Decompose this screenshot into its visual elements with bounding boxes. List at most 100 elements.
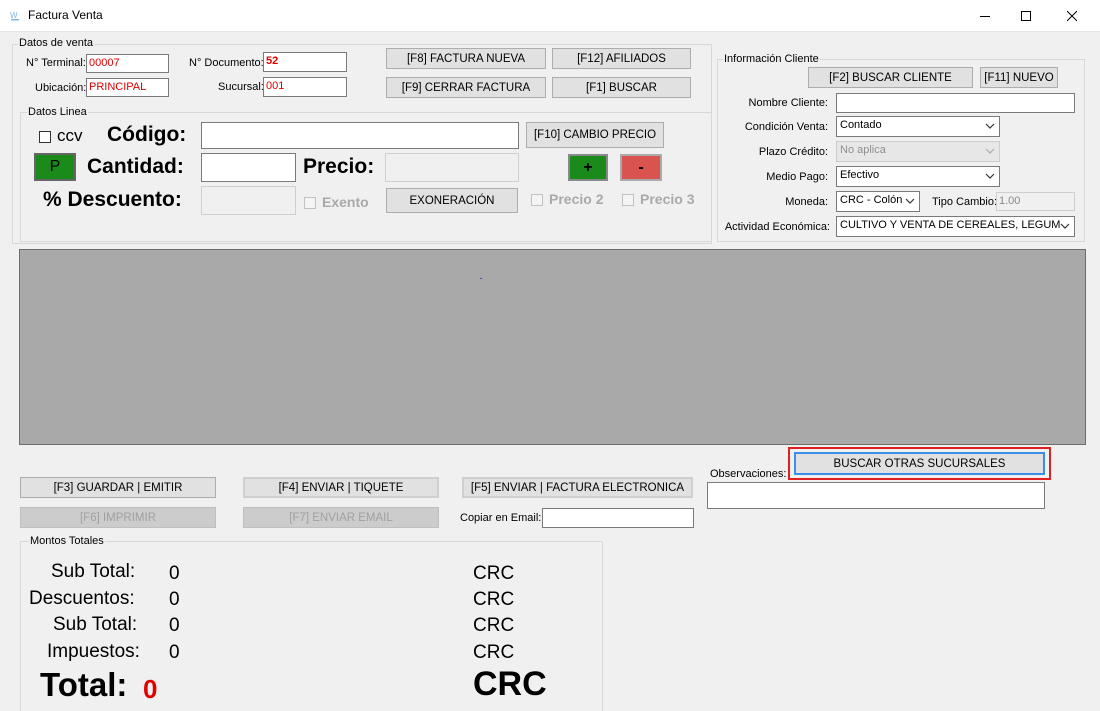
datos-venta-label: Datos de venta <box>18 37 94 49</box>
tipo-cambio-field[interactable]: 1.00 <box>996 192 1075 211</box>
close-button[interactable] <box>1049 0 1095 31</box>
moneda-label: Moneda: <box>785 196 828 208</box>
p-button[interactable]: P <box>34 153 76 181</box>
ubicacion-field[interactable]: PRINCIPAL <box>86 78 169 97</box>
plazo-credito-select[interactable]: No aplica <box>836 141 1000 162</box>
subtotal-label: Sub Total: <box>51 561 136 582</box>
minimize-button[interactable] <box>962 0 1008 31</box>
svg-text:W: W <box>10 11 18 20</box>
sucursal-field[interactable]: 001 <box>263 77 347 97</box>
enviar-tiquete-button[interactable]: [F4] ENVIAR | TIQUETE <box>243 477 439 498</box>
tipo-cambio-label: Tipo Cambio: <box>932 196 998 208</box>
subtotal-neto-label: Sub Total: <box>53 614 138 635</box>
cliente-label: Información Cliente <box>723 53 820 65</box>
cerrar-factura-button[interactable]: [F9] CERRAR FACTURA <box>386 77 546 98</box>
exento-checkbox[interactable] <box>304 197 316 209</box>
chevron-down-icon <box>985 123 995 129</box>
terminal-label: N° Terminal: <box>26 57 86 69</box>
nombre-cliente-field[interactable] <box>836 93 1075 113</box>
window-title: Factura Venta <box>28 8 103 22</box>
remove-line-button[interactable]: - <box>620 154 662 181</box>
invoice-lines-grid[interactable] <box>19 249 1086 445</box>
imprimir-button[interactable]: [F6] IMPRIMIR <box>20 507 216 528</box>
impuestos-value: 0 <box>169 642 180 663</box>
medio-pago-label: Medio Pago: <box>766 171 828 183</box>
exento-label: Exento <box>322 194 369 210</box>
moneda-select[interactable]: CRC - Colón <box>836 191 920 212</box>
precio3-checkbox[interactable] <box>622 194 634 206</box>
datos-linea-label: Datos Linea <box>27 106 88 118</box>
actividad-economica-value: CULTIVO Y VENTA DE CEREALES, LEGUM <box>840 219 1061 231</box>
maximize-icon <box>1021 10 1031 21</box>
add-line-button[interactable]: + <box>568 154 608 181</box>
precio2-label: Precio 2 <box>549 191 604 207</box>
total-currency: CRC <box>473 665 547 703</box>
copiar-email-label: Copiar en Email: <box>460 512 542 524</box>
medio-pago-select[interactable]: Efectivo <box>836 166 1000 187</box>
total-label: Total: <box>40 666 128 703</box>
descuentos-label: Descuentos: <box>29 588 135 609</box>
total-value: 0 <box>143 674 158 704</box>
buscar-cliente-button[interactable]: [F2] BUSCAR CLIENTE <box>808 67 973 88</box>
observaciones-field[interactable] <box>707 482 1045 509</box>
buscar-otras-sucursales-button[interactable]: BUSCAR OTRAS SUCURSALES <box>794 452 1045 475</box>
precio2-checkbox[interactable] <box>531 194 543 206</box>
descuentos-value: 0 <box>169 589 180 610</box>
actividad-economica-select[interactable]: CULTIVO Y VENTA DE CEREALES, LEGUM <box>836 216 1075 237</box>
subtotal-neto-currency: CRC <box>473 615 515 636</box>
cambio-precio-button[interactable]: [F10] CAMBIO PRECIO <box>526 122 664 148</box>
chevron-down-icon <box>1060 223 1070 229</box>
plazo-credito-label: Plazo Crédito: <box>758 146 828 158</box>
ccv-checkbox[interactable] <box>39 131 51 143</box>
title-bar: W Factura Venta <box>0 0 1100 32</box>
exoneracion-button[interactable]: EXONERACIÓN <box>386 188 518 213</box>
sucursal-label: Sucursal: <box>218 81 264 93</box>
condicion-venta-label: Condición Venta: <box>744 121 828 133</box>
impuestos-currency: CRC <box>473 642 515 663</box>
moneda-value: CRC - Colón <box>840 194 903 206</box>
guardar-emitir-button[interactable]: [F3] GUARDAR | EMITIR <box>20 477 216 498</box>
factura-nueva-button[interactable]: [F8] FACTURA NUEVA <box>386 48 546 69</box>
ccv-label: ccv <box>57 126 83 145</box>
chevron-down-icon <box>985 148 995 154</box>
documento-label: N° Documento: <box>189 57 264 69</box>
terminal-field[interactable]: 00007 <box>86 54 169 73</box>
chevron-down-icon <box>905 198 915 204</box>
afiliados-button[interactable]: [F12] AFILIADOS <box>552 48 691 69</box>
precio3-label: Precio 3 <box>640 191 695 207</box>
codigo-field[interactable] <box>201 122 519 149</box>
precio-field[interactable] <box>385 153 519 182</box>
chevron-down-icon <box>985 173 995 179</box>
actividad-economica-label: Actividad Económica: <box>724 221 830 233</box>
impuestos-label: Impuestos: <box>47 641 140 662</box>
subtotal-value: 0 <box>169 563 180 584</box>
medio-pago-value: Efectivo <box>840 169 880 181</box>
maximize-button[interactable] <box>1003 0 1049 31</box>
subtotal-currency: CRC <box>473 563 515 584</box>
minimize-icon <box>980 15 990 17</box>
descuento-field[interactable] <box>201 186 296 215</box>
grid-cursor-dot <box>480 278 482 279</box>
ubicacion-label: Ubicación: <box>35 82 87 94</box>
subtotal-neto-value: 0 <box>169 615 180 636</box>
condicion-venta-select[interactable]: Contado <box>836 116 1000 137</box>
buscar-button[interactable]: [F1] BUSCAR <box>552 77 691 98</box>
app-icon: W <box>8 8 22 22</box>
enviar-email-button[interactable]: [F7] ENVIAR EMAIL <box>243 507 439 528</box>
close-icon <box>1067 10 1077 21</box>
descuento-label: % Descuento: <box>43 188 182 211</box>
nuevo-cliente-button[interactable]: [F11] NUEVO <box>980 67 1058 88</box>
cantidad-label: Cantidad: <box>87 155 184 178</box>
nombre-cliente-label: Nombre Cliente: <box>748 97 828 109</box>
documento-field[interactable]: 52 <box>263 52 347 72</box>
precio-label: Precio: <box>303 155 375 178</box>
codigo-label: Código: <box>107 123 187 146</box>
observaciones-label: Observaciones: <box>710 468 787 480</box>
copiar-email-field[interactable] <box>542 508 694 528</box>
condicion-venta-value: Contado <box>840 119 882 131</box>
plazo-credito-value: No aplica <box>840 144 886 156</box>
totales-label: Montos Totales <box>29 535 105 547</box>
cantidad-field[interactable] <box>201 153 296 182</box>
descuentos-currency: CRC <box>473 589 515 610</box>
enviar-factura-electronica-button[interactable]: [F5] ENVIAR | FACTURA ELECTRONICA <box>462 477 693 498</box>
